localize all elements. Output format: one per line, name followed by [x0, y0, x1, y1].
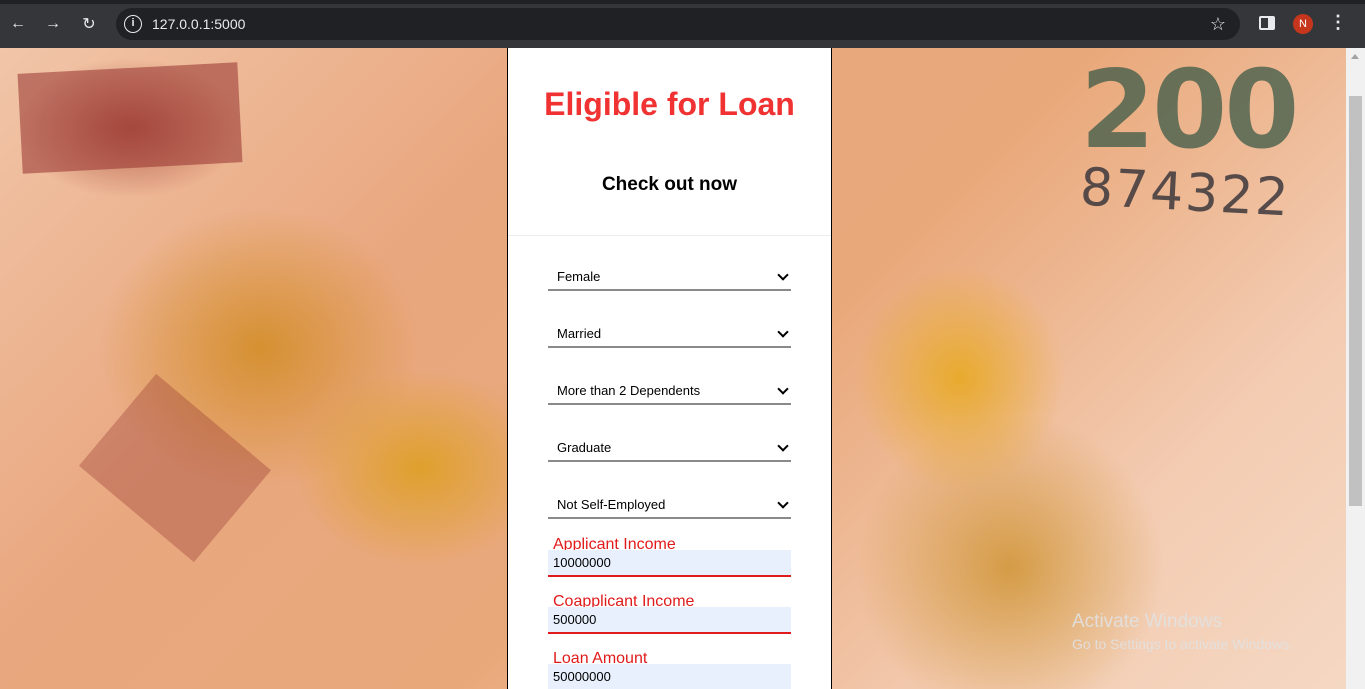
loan-amount-value: 50000000	[553, 669, 611, 684]
address-bar[interactable]: i 127.0.0.1:5000 ☆	[116, 8, 1240, 40]
self-employed-select-value: Not Self-Employed	[557, 497, 666, 512]
applicant-income-value: 10000000	[553, 555, 611, 570]
page-viewport: 200 874322 Activate Windows Go to Settin…	[0, 48, 1365, 689]
education-select[interactable]: Graduate	[548, 435, 791, 462]
banknote-serial: 874322	[1078, 157, 1292, 229]
loan-form-card: Eligible for Loan Check out now Female M…	[507, 48, 832, 689]
married-select-value: Married	[557, 326, 602, 341]
windows-watermark-subtitle: Go to Settings to activate Windows.	[1072, 636, 1293, 652]
divider	[508, 235, 831, 236]
chevron-down-icon	[777, 326, 789, 338]
windows-watermark-title: Activate Windows	[1072, 611, 1222, 632]
chevron-down-icon	[777, 440, 789, 452]
loan-amount-input[interactable]: 50000000	[548, 664, 791, 689]
site-info-icon[interactable]: i	[124, 15, 142, 33]
gender-select[interactable]: Female	[548, 264, 791, 291]
scroll-up-arrow-icon[interactable]	[1351, 54, 1359, 59]
married-select[interactable]: Married	[548, 321, 791, 348]
page-scrollbar[interactable]	[1346, 48, 1365, 689]
coapplicant-income-input[interactable]: 500000	[548, 607, 791, 634]
education-select-value: Graduate	[557, 440, 612, 455]
scrollbar-thumb[interactable]	[1349, 96, 1362, 506]
chevron-down-icon	[777, 269, 789, 281]
self-employed-select[interactable]: Not Self-Employed	[548, 492, 791, 519]
side-panel-icon[interactable]	[1259, 16, 1275, 30]
chevron-down-icon	[777, 497, 789, 509]
dependents-select[interactable]: More than 2 Dependents	[548, 378, 791, 405]
coapplicant-income-value: 500000	[553, 612, 597, 627]
forward-arrow-icon[interactable]: →	[41, 12, 65, 36]
page-subtitle: Check out now	[601, 174, 738, 195]
dependents-select-value: More than 2 Dependents	[557, 383, 701, 398]
tab-strip	[0, 0, 1365, 4]
chevron-down-icon	[777, 383, 789, 395]
profile-avatar[interactable]: N	[1293, 14, 1313, 34]
banknote-decor	[78, 373, 272, 563]
banknote-denomination: 200	[1080, 48, 1299, 173]
browser-menu-icon[interactable]: ⋮	[1329, 12, 1347, 33]
browser-toolbar: ← → ↻ i 127.0.0.1:5000 ☆ N ⋮	[0, 0, 1365, 48]
gender-select-value: Female	[557, 269, 601, 284]
banknote-decor	[17, 62, 243, 174]
applicant-income-input[interactable]: 10000000	[548, 550, 791, 577]
page-title: Eligible for Loan	[544, 86, 795, 122]
back-arrow-icon[interactable]: ←	[6, 12, 30, 36]
bookmark-star-icon[interactable]: ☆	[1210, 14, 1226, 35]
reload-icon[interactable]: ↻	[77, 12, 101, 36]
url-text[interactable]: 127.0.0.1:5000	[152, 16, 245, 32]
